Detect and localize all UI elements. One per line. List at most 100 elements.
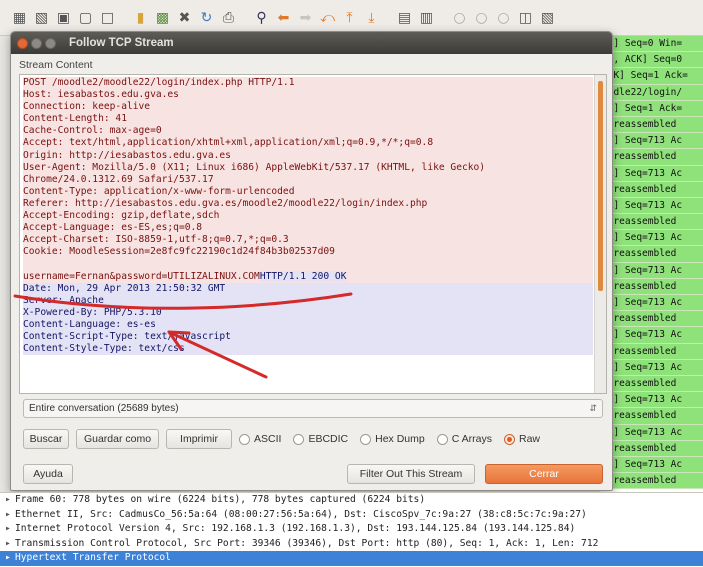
packet-row[interactable]: a reassembled [600,343,703,360]
stream-line: POST /moodle2/moodle22/login/index.php H… [23,77,593,90]
open-file-icon[interactable]: ▦ [10,8,29,27]
format-radio-ebcdic[interactable]: EBCDIC [293,433,348,445]
packet-row[interactable]: CK] Seq=713 Ac [600,262,703,279]
packet-row[interactable]: CK] Seq=713 Ac [600,359,703,376]
capture-icon[interactable]: ▣ [54,8,73,27]
help-button[interactable]: Ayuda [23,464,73,484]
packet-details-pane[interactable]: ▸ Frame 60: 778 bytes on wire (6224 bits)… [0,492,703,567]
format-radio-c-arrays[interactable]: C Arrays [436,433,492,445]
detail-tree-item[interactable]: ▸ Hypertext Transfer Protocol [0,551,703,566]
radio-indicator[interactable] [239,433,250,445]
conversation-select[interactable]: Entire conversation (25689 bytes) ⇵ [23,399,603,418]
zoom-out-icon[interactable]: ○ [472,8,491,27]
expand-triangle-icon[interactable]: ▸ [5,537,15,552]
stream-line-text: Cookie: MoodleSession=2e8fc9fc22190c1d24… [23,246,335,258]
radio-indicator[interactable] [360,433,372,445]
minimize-window-icon[interactable] [31,37,42,49]
packet-row[interactable]: oodle22/login/ [600,84,703,101]
detail-tree-item[interactable]: ▸ Ethernet II, Src: CadmusCo_56:5a:64 (08… [0,508,703,523]
radio-indicator[interactable] [436,433,448,445]
dialog-titlebar[interactable]: Follow TCP Stream [11,32,612,54]
reload-icon[interactable]: ↻ [197,8,216,27]
close-button[interactable]: Cerrar [485,464,603,484]
format-radio-hex-dump[interactable]: Hex Dump [360,433,425,445]
jump-icon[interactable]: ⤺ [318,8,337,27]
stream-line-text: Accept-Language: es-ES,es;q=0.8 [23,222,203,234]
expand-triangle-icon[interactable]: ▸ [5,522,15,537]
radio-indicator[interactable] [504,433,515,445]
expand-triangle-icon[interactable]: ▸ [5,493,15,508]
stream-line-text: Referer: http://iesabastos.edu.gva.es/mo… [23,197,428,209]
packet-row[interactable]: a reassembled [600,149,703,166]
packet-row[interactable]: CK] Seq=713 Ac [600,230,703,247]
zoom-normal-icon[interactable]: ○ [494,8,513,27]
stream-line: Accept-Encoding: gzip,deflate,sdch [23,210,593,223]
packet-row[interactable]: YN, ACK] Seq=0 [600,52,703,69]
print-icon[interactable]: ⎙ [219,8,238,27]
detail-tree-item[interactable]: ▸ Transmission Control Protocol, Src Port… [0,537,703,552]
forward-icon[interactable]: ➡ [296,8,315,27]
stop-icon[interactable]: ▢ [76,8,95,27]
filter-icon[interactable]: ▧ [538,8,557,27]
stream-line-text: Chrome/24.0.1312.69 Safari/537.17 [23,173,214,185]
packet-row[interactable]: CK] Seq=713 Ac [600,197,703,215]
packet-row[interactable]: a reassembled [600,246,703,263]
packet-row[interactable]: a reassembled [600,440,703,457]
stream-line: Accept-Charset: ISO-8859-1,utf-8;q=0.7,*… [23,234,593,247]
packet-row[interactable]: a reassembled [600,214,703,231]
autoscroll-icon[interactable]: ▥ [417,8,436,27]
packet-row[interactable]: CK] Seq=713 Ac [600,327,703,344]
close-file-icon[interactable]: ✖ [175,8,194,27]
top-icon[interactable]: ⤒ [340,8,359,27]
packet-list[interactable]: YN] Seq=0 Win= YN, ACK] Seq=0 ACK] Seq=1 A… [600,36,703,492]
packet-row[interactable]: YN] Seq=0 Win= [600,36,703,53]
print-button[interactable]: Imprimir [166,429,232,449]
stream-line: Content-Length: 41 [23,113,593,126]
filter-out-stream-button[interactable]: Filter Out This Stream [347,464,475,484]
packet-row[interactable]: CK] Seq=713 Ac [600,133,703,150]
format-radio-ascii[interactable]: ASCII [239,433,281,445]
packet-row[interactable]: a reassembled [600,116,703,134]
stream-line: Chrome/24.0.1312.69 Safari/537.17 [23,173,593,186]
packet-row[interactable]: CK] Seq=713 Ac [600,295,703,312]
maximize-window-icon[interactable] [45,37,56,49]
colorize-icon[interactable]: ▤ [395,8,414,27]
stream-scrollbar-thumb[interactable] [598,81,603,291]
packet-row[interactable]: a reassembled [600,278,703,295]
back-icon[interactable]: ⬅ [274,8,293,27]
packet-row[interactable]: CK] Seq=713 Ac [600,456,703,474]
radio-indicator[interactable] [293,433,305,445]
toolbar-separator [384,8,392,27]
format-row: Buscar Guardar como Imprimir ASCII EBCDIC… [23,428,552,450]
packet-row[interactable]: a reassembled [600,181,703,198]
stream-text[interactable]: POST /moodle2/moodle22/login/index.php H… [23,77,593,356]
packet-row[interactable]: ACK] Seq=1 Ack= [600,68,703,85]
packet-row[interactable]: a reassembled [600,311,703,328]
save-file-icon[interactable]: ▩ [153,8,172,27]
packet-row[interactable]: CK] Seq=713 Ac [600,392,703,409]
save-icon[interactable]: ▧ [32,8,51,27]
stream-line-text: Origin: http://iesabastos.edu.gva.es [23,149,231,161]
packet-row[interactable]: a reassembled [600,473,703,490]
format-radio-raw[interactable]: Raw [504,433,540,445]
expand-triangle-icon[interactable]: ▸ [5,551,15,566]
packet-row[interactable]: a reassembled [600,375,703,393]
folder-icon[interactable]: ▮ [131,8,150,27]
resize-columns-icon[interactable]: ◫ [516,8,535,27]
packet-row[interactable]: CK] Seq=1 Ack= [600,100,703,117]
zoom-in-icon[interactable]: ○ [450,8,469,27]
find-icon[interactable]: ⚲ [252,8,271,27]
stream-scrollbar[interactable] [594,75,606,393]
expand-triangle-icon[interactable]: ▸ [5,508,15,523]
packet-row[interactable]: CK] Seq=713 Ac [600,424,703,441]
packet-row[interactable]: a reassembled [600,408,703,425]
detail-tree-item[interactable]: ▸ Internet Protocol Version 4, Src: 192.1… [0,522,703,537]
detail-tree-item[interactable]: ▸ Frame 60: 778 bytes on wire (6224 bits)… [0,493,703,508]
packet-row[interactable]: CK] Seq=713 Ac [600,165,703,182]
close-window-icon[interactable] [17,37,28,49]
stream-content-area[interactable]: POST /moodle2/moodle22/login/index.php H… [19,74,607,394]
find-button[interactable]: Buscar [23,429,69,449]
bottom-icon[interactable]: ⤓ [362,8,381,27]
save-as-button[interactable]: Guardar como [76,429,159,449]
restart-icon[interactable]: □ [98,8,117,27]
